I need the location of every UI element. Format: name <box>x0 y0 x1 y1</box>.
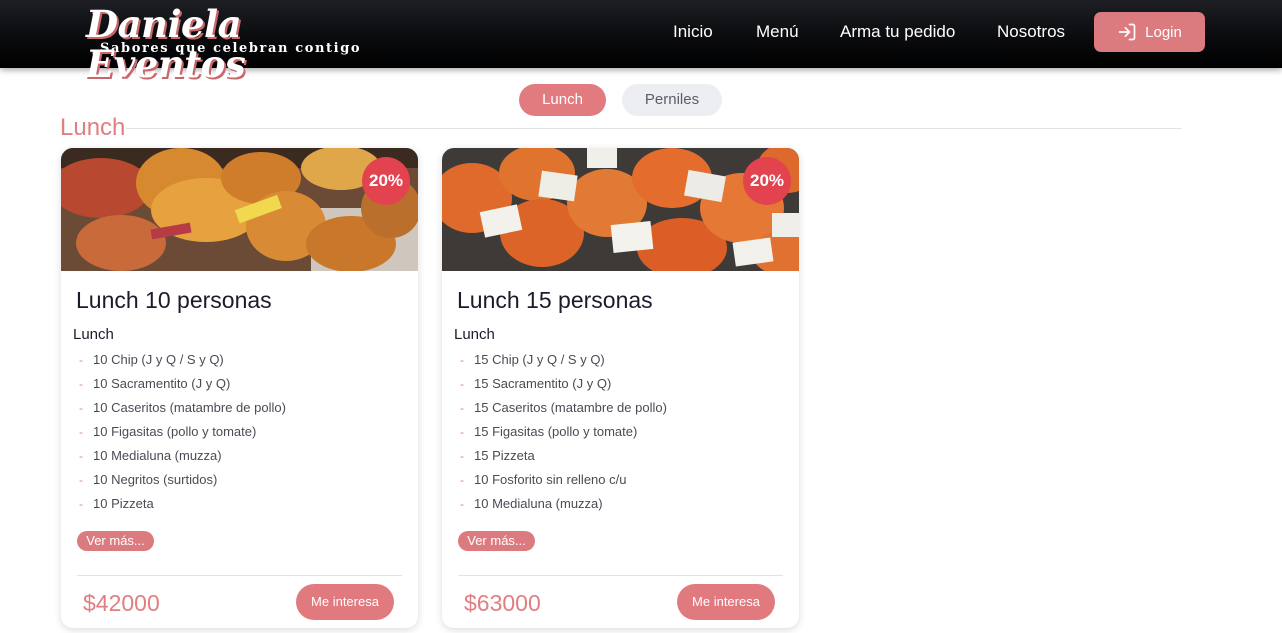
item-list: -15 Chip (J y Q / S y Q) -15 Sacramentit… <box>460 348 667 516</box>
product-card: 20% Lunch 10 personas Lunch -10 Chip (J … <box>61 148 418 628</box>
list-item: -10 Caseritos (matambre de pollo) <box>79 400 286 415</box>
see-more-button[interactable]: Ver más... <box>77 531 154 551</box>
list-item: -15 Sacramentito (J y Q) <box>460 376 612 391</box>
nav-arma-tu-pedido[interactable]: Arma tu pedido <box>840 20 955 44</box>
section-title: Lunch <box>60 114 126 141</box>
section-divider <box>126 128 1182 129</box>
price: $42000 <box>83 590 160 616</box>
login-icon <box>1118 23 1136 41</box>
brand-tagline: Sabores que celebran contigo <box>100 41 362 56</box>
list-item: -10 Fosforito sin relleno c/u <box>460 472 627 487</box>
list-item: -10 Sacramentito (J y Q) <box>79 376 231 391</box>
interest-button[interactable]: Me interesa <box>677 584 775 620</box>
nav-nosotros[interactable]: Nosotros <box>997 20 1065 44</box>
card-subtitle: Lunch <box>73 326 114 343</box>
card-divider <box>458 575 783 576</box>
list-item: -15 Caseritos (matambre de pollo) <box>460 400 667 415</box>
list-item: -15 Chip (J y Q / S y Q) <box>460 352 605 367</box>
discount-badge: 20% <box>743 157 791 205</box>
brand-logo[interactable]: Daniela Eventos Sabores que celebran con… <box>86 4 386 84</box>
product-card: 20% Lunch 15 personas Lunch -15 Chip (J … <box>442 148 799 628</box>
list-item: -10 Negritos (surtidos) <box>79 472 218 487</box>
price: $63000 <box>464 590 541 616</box>
list-item: -10 Pizzeta <box>79 496 154 511</box>
interest-button[interactable]: Me interesa <box>296 584 394 620</box>
login-label: Login <box>1145 23 1182 41</box>
card-divider <box>77 575 402 576</box>
list-item: -10 Figasitas (pollo y tomate) <box>79 424 257 439</box>
product-image-sandwiches: 20% <box>61 148 418 271</box>
discount-badge: 20% <box>362 157 410 205</box>
card-subtitle: Lunch <box>454 326 495 343</box>
nav-menu[interactable]: Menú <box>756 20 799 44</box>
list-item: -10 Medialuna (muzza) <box>460 496 603 511</box>
login-button[interactable]: Login <box>1094 12 1205 52</box>
card-title: Lunch 15 personas <box>457 287 653 313</box>
item-list: -10 Chip (J y Q / S y Q) -10 Sacramentit… <box>79 348 286 516</box>
list-item: -10 Chip (J y Q / S y Q) <box>79 352 224 367</box>
product-image-pizzetas: 20% <box>442 148 799 271</box>
see-more-button[interactable]: Ver más... <box>458 531 535 551</box>
top-navbar: Daniela Eventos Sabores que celebran con… <box>0 0 1282 84</box>
list-item: -15 Pizzeta <box>460 448 535 463</box>
tab-perniles[interactable]: Perniles <box>622 84 722 116</box>
tab-lunch[interactable]: Lunch <box>519 84 606 116</box>
list-item: -15 Figasitas (pollo y tomate) <box>460 424 638 439</box>
list-item: -10 Medialuna (muzza) <box>79 448 222 463</box>
nav-inicio[interactable]: Inicio <box>673 20 713 44</box>
card-title: Lunch 10 personas <box>76 287 272 313</box>
